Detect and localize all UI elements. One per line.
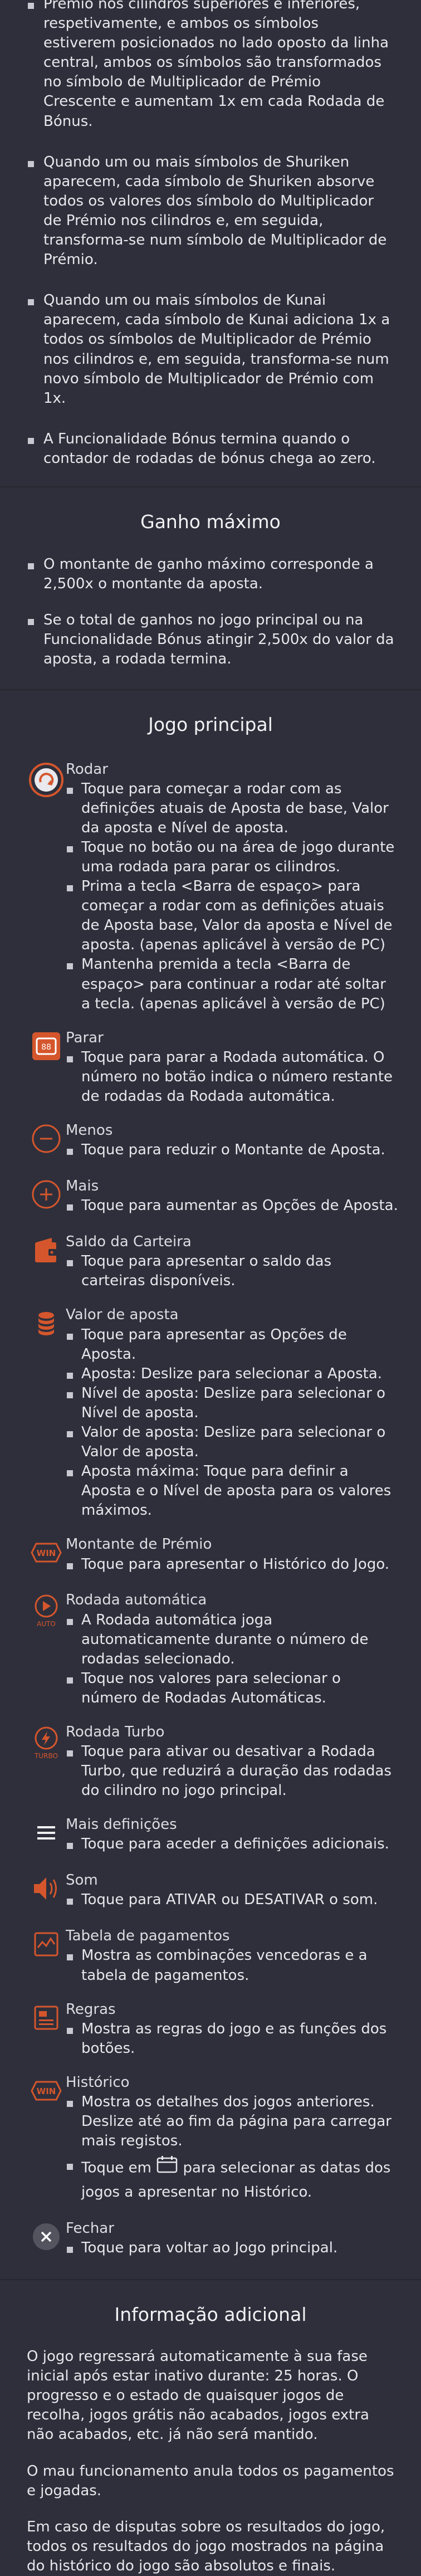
list-item: O montante de ganho máximo corresponde a… xyxy=(27,555,399,594)
info-paragraph: O mau funcionamento anula todos os pagam… xyxy=(27,2462,394,2499)
list-item: Toque para ATIVAR ou DESATIVAR o som. xyxy=(66,1890,399,1910)
max-win-list: O montante de ganho máximo corresponde a… xyxy=(0,555,421,669)
help-label: Regras xyxy=(66,2001,116,2018)
list-item: Toque no botão ou na área de jogo durant… xyxy=(66,838,399,877)
list-item: Toque para apresentar as Opções de Apost… xyxy=(66,1325,399,1364)
help-row-history: WIN Histórico Mostra os detalhes dos jog… xyxy=(0,2073,421,2204)
help-row-wallet: Saldo da Carteira Toque para apresentar … xyxy=(0,1232,421,1291)
help-label: Rodada Turbo xyxy=(66,1724,165,1740)
list-item: Toque para apresentar o Histórico do Jog… xyxy=(66,1555,399,1574)
list-item: Mostra as regras do jogo e as funções do… xyxy=(66,2019,399,2058)
help-row-spin: Rodar Toque para começar a rodar com as … xyxy=(0,760,421,1014)
close-icon xyxy=(27,2219,66,2260)
bonus-feature-list: Prémio nos cilindros superiores e inferi… xyxy=(0,0,421,469)
section-title-max-win: Ganho máximo xyxy=(140,510,281,533)
list-item: Toque para reduzir o Montante de Aposta. xyxy=(66,1140,399,1160)
spin-icon xyxy=(27,760,66,801)
list-item: Prémio nos cilindros superiores e inferi… xyxy=(27,0,394,131)
stop-autoplay-icon: 88 xyxy=(27,1028,66,1070)
help-row-minus: Menos Toque para reduzir o Montante de A… xyxy=(0,1121,421,1162)
help-label: Parar xyxy=(66,1029,104,1046)
plus-icon xyxy=(27,1177,66,1218)
list-item: A Rodada automática joga automaticamente… xyxy=(66,1611,399,1669)
list-item: Toque para apresentar o saldo das cartei… xyxy=(66,1252,399,1291)
list-item: Aposta: Deslize para selecionar a Aposta… xyxy=(66,1364,399,1384)
list-item: Quando um ou mais símbolos de Kunai apar… xyxy=(27,291,394,408)
help-label: Mais xyxy=(66,1178,99,1195)
help-row-bet-value: Valor de aposta Toque para apresentar as… xyxy=(0,1305,421,1520)
list-item: Toque para voltar ao Jogo principal. xyxy=(66,2238,399,2258)
list-item: Valor de aposta: Deslize para selecionar… xyxy=(66,1423,399,1462)
auto-icon-text: AUTO xyxy=(37,1620,56,1628)
list-item: Toque para ativar ou desativar a Rodada … xyxy=(66,1742,399,1801)
help-label: Histórico xyxy=(66,2074,130,2091)
speaker-icon xyxy=(27,1871,66,1912)
calendar-icon xyxy=(156,2155,178,2181)
win-amount-icon: WIN xyxy=(27,1535,66,1576)
wallet-icon xyxy=(27,1232,66,1274)
help-label: Saldo da Carteira xyxy=(66,1233,192,1251)
list-item: Toque para parar a Rodada automática. O … xyxy=(66,1048,399,1106)
info-paragraph: O jogo regressará automaticamente à sua … xyxy=(27,2348,369,2443)
help-row-turbo: TURBO Rodada Turbo Toque para ativar ou … xyxy=(0,1723,421,1801)
help-label: Rodada automática xyxy=(66,1592,207,1609)
help-row-close: Fechar Toque para voltar ao Jogo princip… xyxy=(0,2219,421,2260)
help-row-rules: Regras Mostra as regras do jogo e as fun… xyxy=(0,2000,421,2058)
list-item: Mostra as combinações vencedoras e a tab… xyxy=(66,1946,399,1985)
list-item: Mantenha premida a tecla <Barra de espaç… xyxy=(66,955,399,1013)
list-item: Aposta máxima: Toque para definir a Apos… xyxy=(66,1462,399,1520)
list-item: Toque nos valores para selecionar o núme… xyxy=(66,1669,399,1708)
section-title-additional-info: Informação adicional xyxy=(114,2303,307,2325)
help-label: Fechar xyxy=(66,2219,114,2237)
list-item: Toque em para selecionar as datas dos jo… xyxy=(66,2155,399,2204)
autoplay-icon: AUTO xyxy=(27,1591,66,1632)
info-paragraph: Em caso de disputas sobre os resultados … xyxy=(27,2518,385,2574)
help-row-win-amount: WIN Montante de Prémio Toque para aprese… xyxy=(0,1535,421,1576)
help-row-plus: Mais Toque para aumentar as Opções de Ap… xyxy=(0,1177,421,1218)
help-row-sound: Som Toque para ATIVAR ou DESATIVAR o som… xyxy=(0,1871,421,1912)
list-item: Nível de aposta: Deslize para selecionar… xyxy=(66,1384,399,1423)
help-row-more-settings: Mais definições Toque para aceder a defi… xyxy=(0,1815,421,1856)
help-label: Menos xyxy=(66,1122,113,1139)
history-icon: WIN xyxy=(27,2073,66,2114)
help-label: Som xyxy=(66,1872,98,1889)
win-icon-text: WIN xyxy=(37,1548,56,1558)
help-label: Montante de Prémio xyxy=(66,1536,212,1553)
svg-text:88: 88 xyxy=(41,1043,51,1052)
list-item: Mostra os detalhes dos jogos anteriores.… xyxy=(66,2092,399,2151)
help-row-stop: 88 Parar Toque para parar a Rodada autom… xyxy=(0,1028,421,1106)
list-item: Toque para começar a rodar com as defini… xyxy=(66,779,399,838)
list-item: Toque para aceder a definições adicionai… xyxy=(66,1835,399,1854)
menu-icon xyxy=(27,1815,66,1856)
help-label: Rodar xyxy=(66,760,108,778)
history-calendar-text-before: Toque em xyxy=(81,2159,151,2177)
section-title-main-game: Jogo principal xyxy=(148,713,273,735)
list-item: A Funcionalidade Bónus termina quando o … xyxy=(27,430,394,469)
rules-icon xyxy=(27,2000,66,2041)
paytable-icon xyxy=(27,1926,66,1968)
list-item: Se o total de ganhos no jogo principal o… xyxy=(27,611,399,669)
turbo-icon: TURBO xyxy=(27,1723,66,1764)
turbo-icon-text: TURBO xyxy=(34,1752,58,1760)
list-item: Toque para aumentar as Opções de Aposta. xyxy=(66,1196,399,1216)
help-label: Mais definições xyxy=(66,1816,177,1833)
help-label: Valor de aposta xyxy=(66,1306,179,1324)
list-item: Quando um ou mais símbolos de Shuriken a… xyxy=(27,153,394,270)
win-icon-text: WIN xyxy=(37,2086,56,2096)
help-label: Tabela de pagamentos xyxy=(66,1928,230,1945)
help-row-paytable: Tabela de pagamentos Mostra as combinaçõ… xyxy=(0,1926,421,1985)
help-row-autoplay: AUTO Rodada automática A Rodada automáti… xyxy=(0,1591,421,1708)
minus-icon xyxy=(27,1121,66,1162)
list-item: Prima a tecla <Barra de espaço> para com… xyxy=(66,877,399,955)
coins-icon xyxy=(27,1305,66,1346)
